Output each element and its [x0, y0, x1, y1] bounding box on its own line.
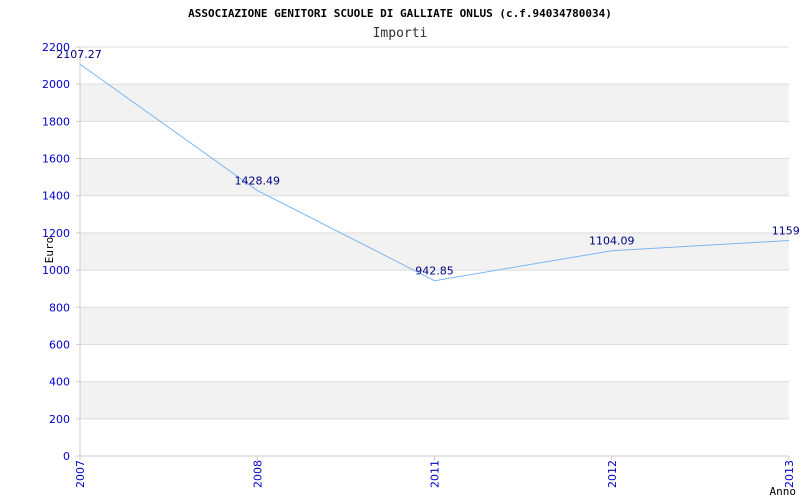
- grid-band: [80, 158, 789, 196]
- y-tick-label: 1000: [42, 264, 70, 277]
- y-tick-label: 600: [49, 338, 70, 351]
- y-axis-label: Euro: [43, 237, 56, 264]
- x-tick-label: 2012: [606, 460, 619, 488]
- x-tick-label: 2007: [74, 460, 87, 488]
- x-tick-label: 2008: [251, 460, 264, 488]
- y-tick-label: 1800: [42, 115, 70, 128]
- grid-band: [80, 84, 789, 122]
- grid-band: [80, 307, 789, 345]
- y-tick-label: 2000: [42, 78, 70, 91]
- grid-band: [80, 381, 789, 419]
- y-tick-label: 1600: [42, 153, 70, 166]
- x-tick-label: 2013: [783, 460, 796, 488]
- y-tick-label: 200: [49, 413, 70, 426]
- y-tick-label: 800: [49, 301, 70, 314]
- y-tick-label: 0: [63, 450, 70, 463]
- x-tick-label: 2011: [429, 460, 442, 488]
- grid-bands: [80, 84, 789, 419]
- y-tick-label: 400: [49, 376, 70, 389]
- data-label: 942.85: [415, 265, 454, 278]
- x-axis-ticks: 2007 2008 2011 2012 2013: [74, 456, 796, 488]
- chart-title: ASSOCIAZIONE GENITORI SCUOLE DI GALLIATE…: [188, 7, 612, 20]
- y-tick-label: 1400: [42, 190, 70, 203]
- data-label: 1104.09: [589, 235, 635, 248]
- x-axis-label: Anno: [770, 485, 797, 498]
- chart-subtitle: Importi: [373, 26, 428, 41]
- data-label: 1159.1: [772, 225, 800, 238]
- data-label: 1428.49: [235, 174, 281, 187]
- data-label: 2107.27: [56, 48, 102, 61]
- line-chart: ASSOCIAZIONE GENITORI SCUOLE DI GALLIATE…: [42, 7, 800, 498]
